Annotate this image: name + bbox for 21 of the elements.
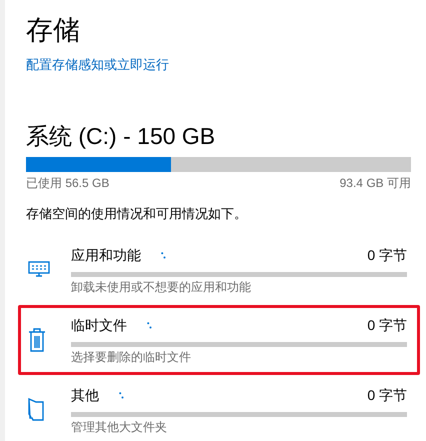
category-size: 0 字节 bbox=[367, 316, 407, 334]
category-description: 管理其他大文件夹 bbox=[71, 418, 168, 436]
category-size: 0 字节 bbox=[367, 246, 407, 264]
category-name[interactable]: 应用和功能 bbox=[71, 244, 141, 266]
drive-title: 系统 (C:) - 150 GB bbox=[26, 122, 216, 150]
summary-text: 存储空间的使用情况和可用情况如下。 bbox=[26, 204, 248, 222]
category-size: 0 字节 bbox=[367, 386, 407, 404]
loading-icon bbox=[147, 322, 152, 328]
category-description: 选择要删除的临时文件 bbox=[71, 348, 192, 366]
page-title: 存储 bbox=[26, 14, 81, 47]
used-label: 已使用 56.5 GB bbox=[26, 174, 110, 192]
monitor-keyboard-icon bbox=[28, 261, 50, 279]
category-name[interactable]: 其他 bbox=[71, 384, 99, 406]
category-description: 卸载未使用或不想要的应用和功能 bbox=[71, 278, 252, 296]
storage-sense-link[interactable]: 配置存储感知或立即运行 bbox=[26, 55, 169, 74]
loading-icon bbox=[119, 392, 124, 398]
folder-icon bbox=[28, 398, 44, 422]
free-label: 93.4 GB 可用 bbox=[340, 174, 411, 192]
trash-icon bbox=[28, 328, 46, 352]
category-name[interactable]: 临时文件 bbox=[71, 314, 127, 336]
loading-icon bbox=[161, 252, 166, 258]
